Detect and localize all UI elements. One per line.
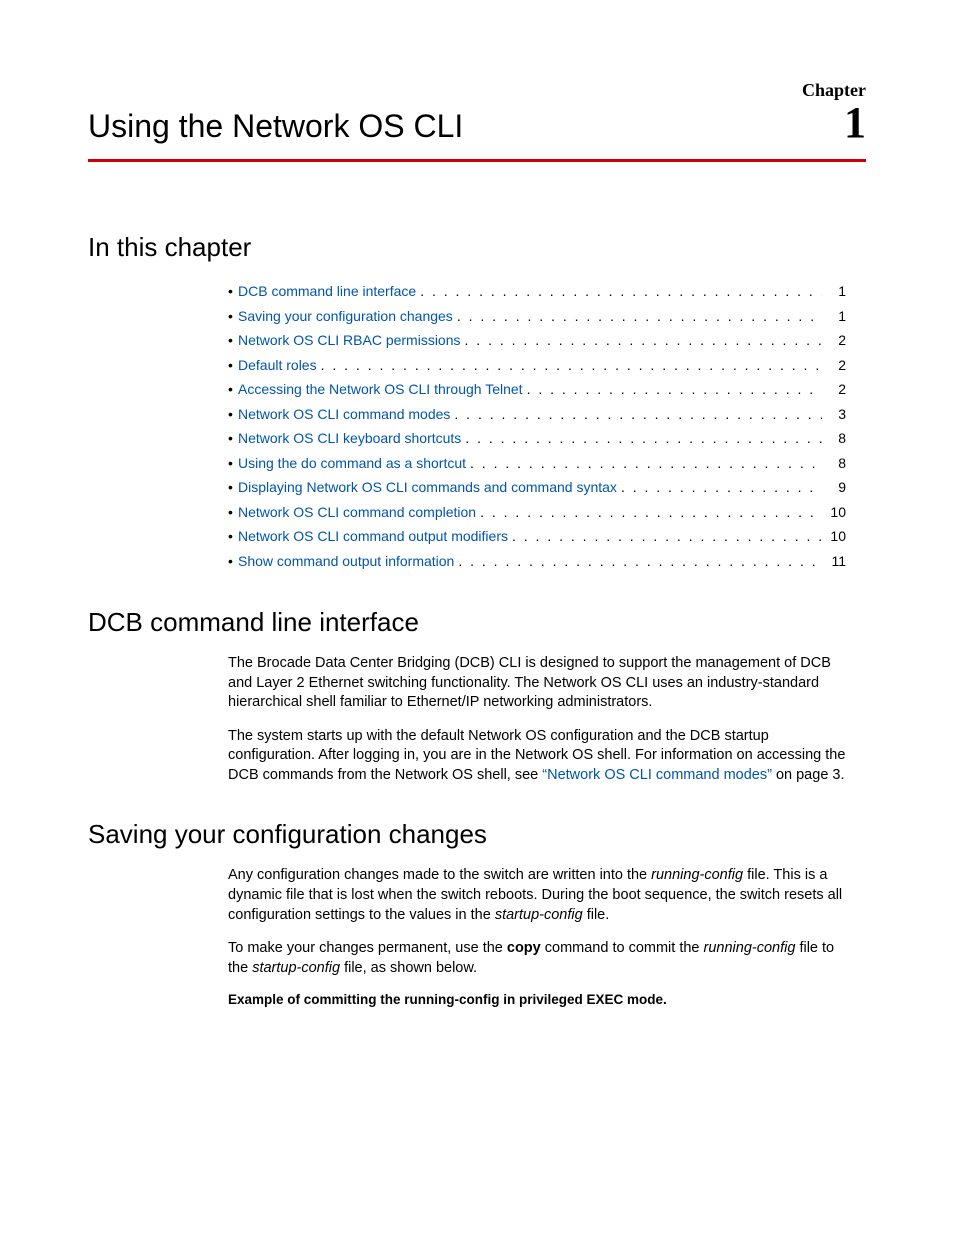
chapter-header: Chapter Using the Network OS CLI 1 — [88, 80, 866, 162]
toc-row: •Accessing the Network OS CLI through Te… — [228, 377, 846, 402]
toc-row: •Show command output information 11 — [228, 549, 846, 574]
bullet-icon: • — [228, 475, 238, 500]
bullet-icon: • — [228, 549, 238, 574]
toc-row: •Using the do command as a shortcut 8 — [228, 451, 846, 476]
text-run: on page 3. — [772, 767, 845, 783]
toc-page-number: 3 — [822, 402, 846, 427]
toc-page-number: 10 — [822, 500, 846, 525]
toc-list: •DCB command line interface1•Saving your… — [228, 279, 846, 573]
toc-leader-dots — [461, 328, 822, 353]
bullet-icon: • — [228, 279, 238, 304]
toc-link[interactable]: Show command output information — [238, 549, 454, 574]
bullet-icon: • — [228, 500, 238, 525]
chapter-label: Chapter — [88, 80, 866, 101]
toc-row: •Default roles 2 — [228, 353, 846, 378]
toc-row: •Network OS CLI RBAC permissions 2 — [228, 328, 846, 353]
toc-page-number: 1 — [822, 304, 846, 329]
heading-dcb: DCB command line interface — [88, 607, 866, 638]
toc-row: •Network OS CLI command completion 10 — [228, 500, 846, 525]
bullet-icon: • — [228, 353, 238, 378]
heading-saving: Saving your configuration changes — [88, 819, 866, 850]
toc-page-number: 2 — [822, 377, 846, 402]
term-startup-config: startup-config — [252, 960, 340, 976]
toc-page-number: 1 — [822, 279, 846, 304]
chapter-title: Using the Network OS CLI — [88, 108, 463, 145]
toc-link[interactable]: Network OS CLI RBAC permissions — [238, 328, 461, 353]
toc-link[interactable]: Network OS CLI command modes — [238, 402, 450, 427]
toc-link[interactable]: Saving your configuration changes — [238, 304, 453, 329]
text-run: command to commit the — [541, 940, 704, 956]
title-row: Using the Network OS CLI 1 — [88, 101, 866, 162]
toc-leader-dots — [416, 279, 822, 304]
toc-leader-dots — [453, 304, 822, 329]
toc-link[interactable]: Network OS CLI command output modifiers — [238, 524, 508, 549]
paragraph: To make your changes permanent, use the … — [228, 939, 856, 978]
toc-page-number: 9 — [822, 475, 846, 500]
toc-leader-dots — [466, 451, 822, 476]
text-run: file, as shown below. — [340, 960, 477, 976]
chapter-number: 1 — [844, 101, 866, 145]
toc-link[interactable]: Accessing the Network OS CLI through Tel… — [238, 377, 523, 402]
toc-row: •Displaying Network OS CLI commands and … — [228, 475, 846, 500]
term-startup-config: startup-config — [495, 907, 583, 923]
bullet-icon: • — [228, 328, 238, 353]
toc-leader-dots — [461, 426, 822, 451]
toc-leader-dots — [523, 377, 822, 402]
term-running-config: running-config — [651, 867, 743, 883]
cross-reference-link[interactable]: “Network OS CLI command modes” — [542, 767, 772, 783]
toc-leader-dots — [508, 524, 822, 549]
example-label: Example of committing the running-config… — [228, 992, 866, 1007]
bullet-icon: • — [228, 426, 238, 451]
text-run: Any configuration changes made to the sw… — [228, 867, 651, 883]
bullet-icon: • — [228, 524, 238, 549]
page: Chapter Using the Network OS CLI 1 In th… — [0, 0, 954, 1235]
toc-link[interactable]: DCB command line interface — [238, 279, 416, 304]
toc-page-number: 11 — [822, 549, 846, 574]
heading-in-this-chapter: In this chapter — [88, 232, 866, 263]
toc-leader-dots — [454, 549, 822, 574]
toc-row: •Network OS CLI command modes 3 — [228, 402, 846, 427]
toc-link[interactable]: Default roles — [238, 353, 317, 378]
toc-row: •Saving your configuration changes 1 — [228, 304, 846, 329]
toc-row: •Network OS CLI command output modifiers… — [228, 524, 846, 549]
text-run: To make your changes permanent, use the — [228, 940, 507, 956]
bullet-icon: • — [228, 377, 238, 402]
toc-link[interactable]: Displaying Network OS CLI commands and c… — [238, 475, 617, 500]
command-copy: copy — [507, 940, 541, 956]
text-run: file. — [583, 907, 610, 923]
paragraph: Any configuration changes made to the sw… — [228, 866, 856, 925]
bullet-icon: • — [228, 451, 238, 476]
toc-link[interactable]: Network OS CLI command completion — [238, 500, 476, 525]
toc-page-number: 8 — [822, 451, 846, 476]
toc-page-number: 2 — [822, 328, 846, 353]
toc-row: •DCB command line interface 1 — [228, 279, 846, 304]
toc-leader-dots — [476, 500, 822, 525]
toc-leader-dots — [450, 402, 822, 427]
paragraph: The system starts up with the default Ne… — [228, 727, 856, 786]
term-running-config: running-config — [704, 940, 796, 956]
toc-page-number: 2 — [822, 353, 846, 378]
toc-row: •Network OS CLI keyboard shortcuts 8 — [228, 426, 846, 451]
paragraph: The Brocade Data Center Bridging (DCB) C… — [228, 654, 856, 713]
toc-leader-dots — [617, 475, 822, 500]
bullet-icon: • — [228, 304, 238, 329]
toc-page-number: 8 — [822, 426, 846, 451]
toc-page-number: 10 — [822, 524, 846, 549]
toc-link[interactable]: Network OS CLI keyboard shortcuts — [238, 426, 461, 451]
toc-leader-dots — [317, 353, 822, 378]
toc-link[interactable]: Using the do command as a shortcut — [238, 451, 466, 476]
bullet-icon: • — [228, 402, 238, 427]
